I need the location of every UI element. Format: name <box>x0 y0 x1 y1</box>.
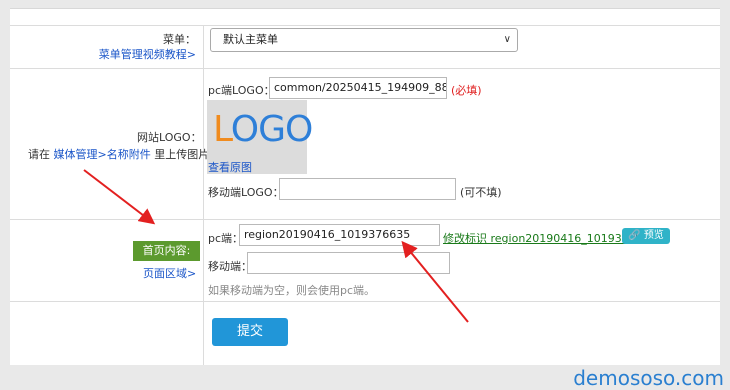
annotation-arrows <box>83 169 469 323</box>
arrow-to-pc-input <box>401 240 469 323</box>
arrow-to-home-content <box>83 169 156 225</box>
watermark: demososo.com <box>573 366 724 390</box>
